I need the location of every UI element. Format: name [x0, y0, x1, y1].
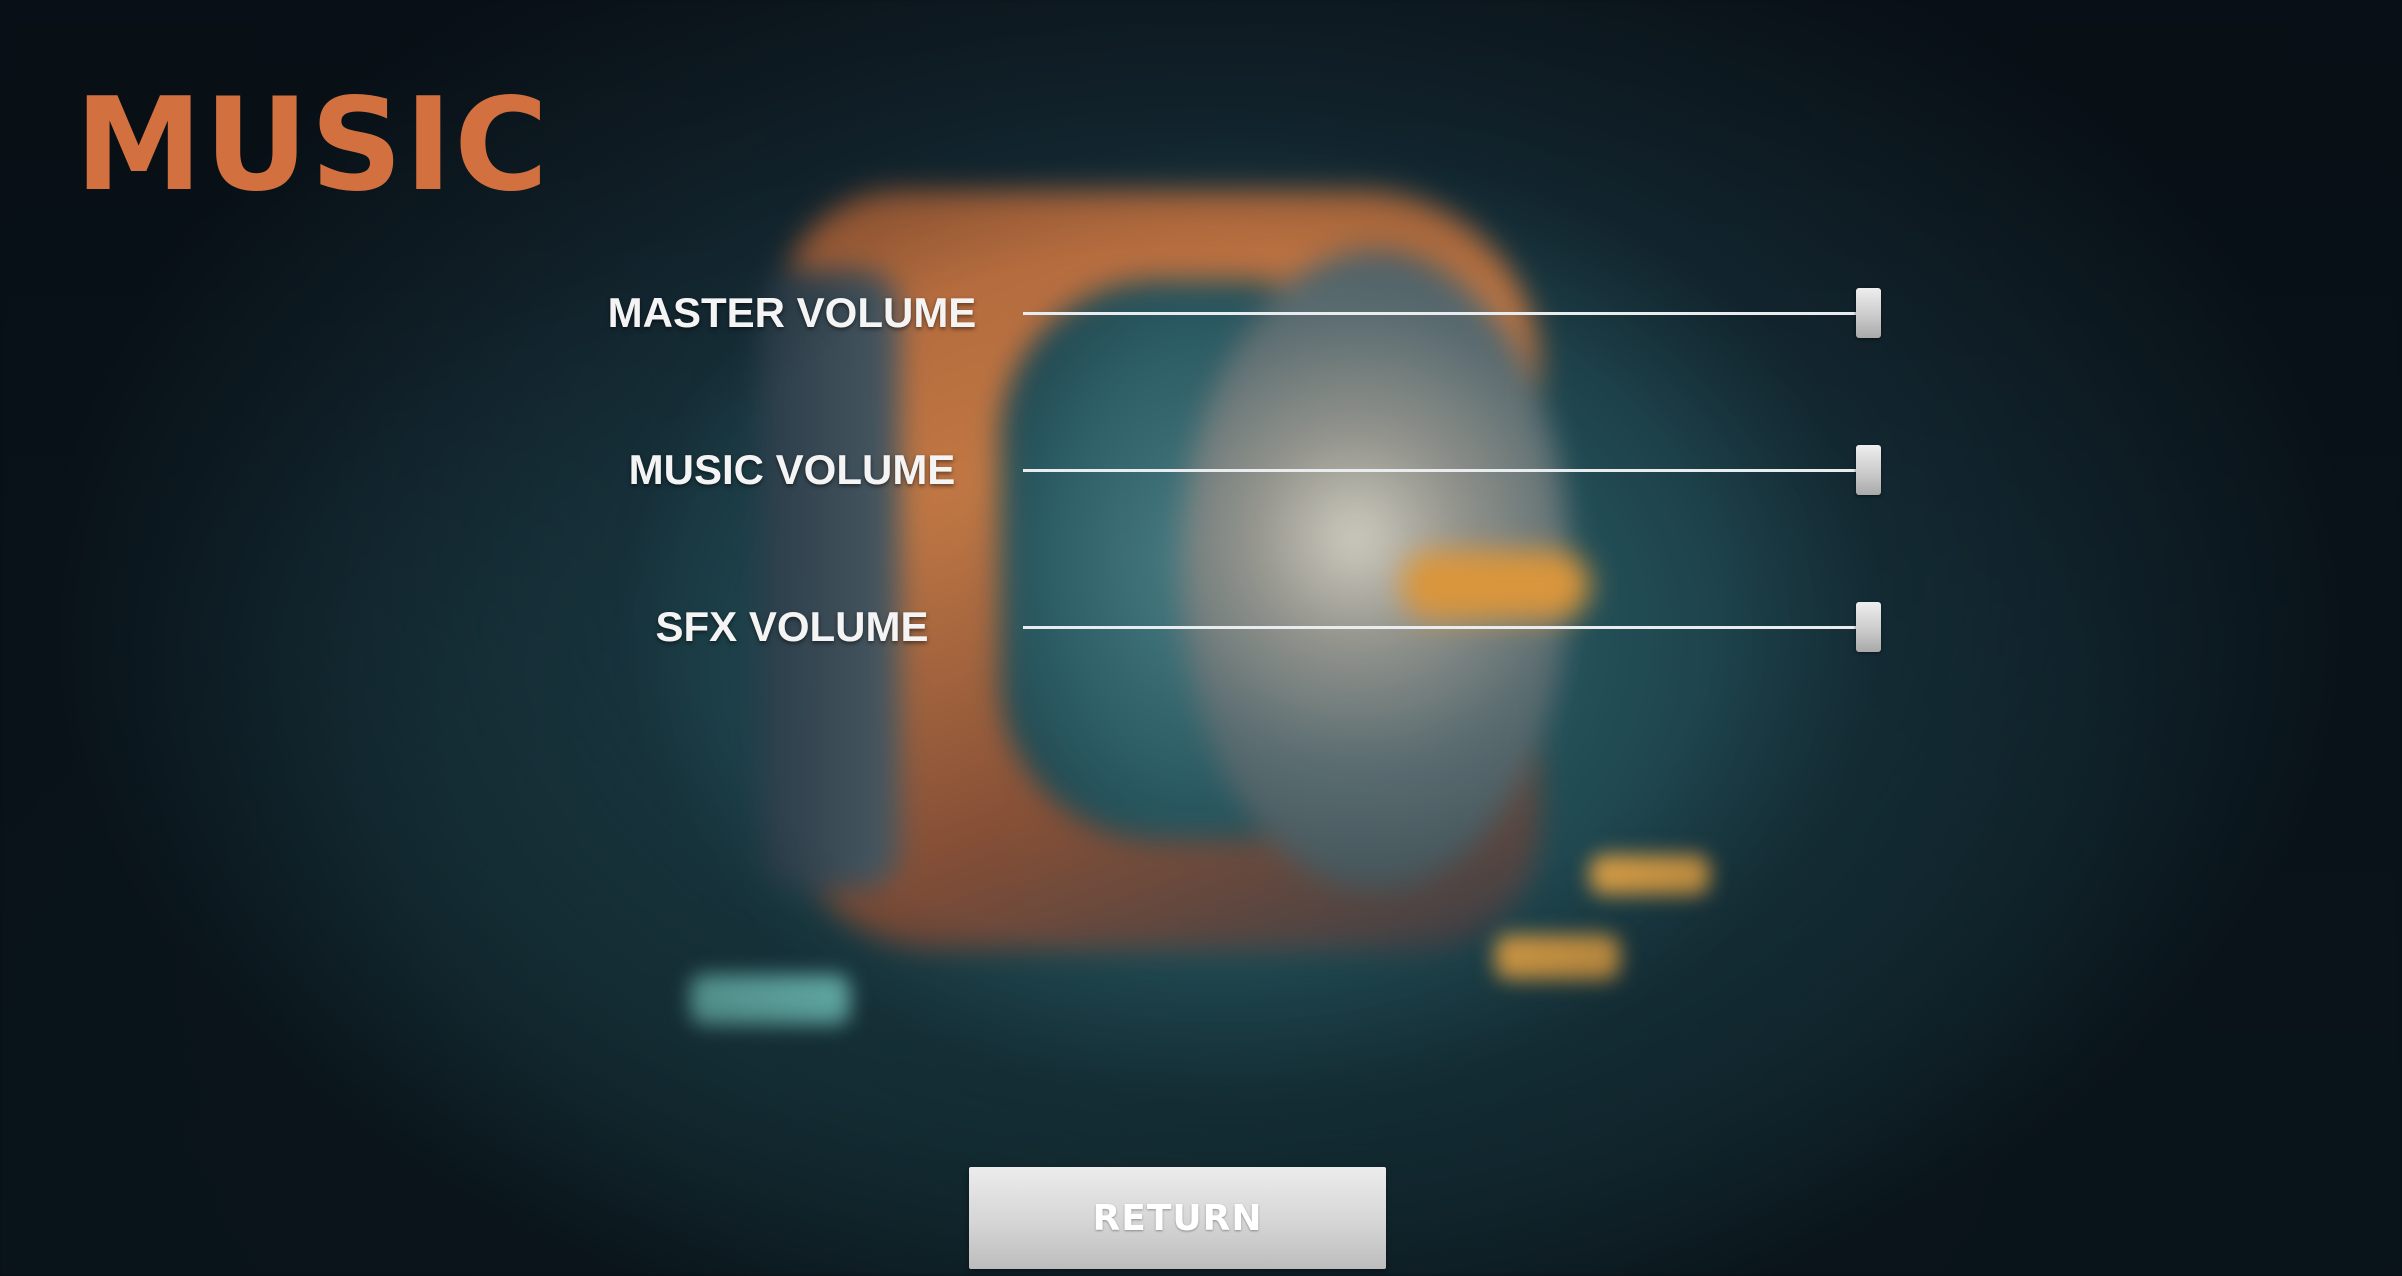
sfx-volume-fill [1023, 626, 1868, 629]
sfx-volume-slider[interactable] [1023, 602, 1881, 652]
music-settings-screen: MUSIC MASTER VOLUME MUSIC VOLUME SFX VOL… [0, 0, 2402, 1276]
master-volume-row: MASTER VOLUME [0, 283, 2402, 343]
music-volume-label: MUSIC VOLUME [628, 446, 956, 493]
sfx-volume-handle[interactable] [1856, 602, 1881, 652]
master-volume-slider[interactable] [1023, 288, 1881, 338]
music-volume-slider[interactable] [1023, 445, 1881, 495]
return-button[interactable]: RETURN [969, 1167, 1386, 1269]
sfx-volume-label: SFX VOLUME [655, 603, 929, 650]
page-title: MUSIC [75, 71, 551, 220]
master-volume-fill [1023, 312, 1868, 315]
music-volume-fill [1023, 469, 1868, 472]
music-volume-row: MUSIC VOLUME [0, 440, 2402, 500]
master-volume-label: MASTER VOLUME [607, 289, 977, 336]
music-volume-handle[interactable] [1856, 445, 1881, 495]
master-volume-handle[interactable] [1856, 288, 1881, 338]
sfx-volume-row: SFX VOLUME [0, 597, 2402, 657]
